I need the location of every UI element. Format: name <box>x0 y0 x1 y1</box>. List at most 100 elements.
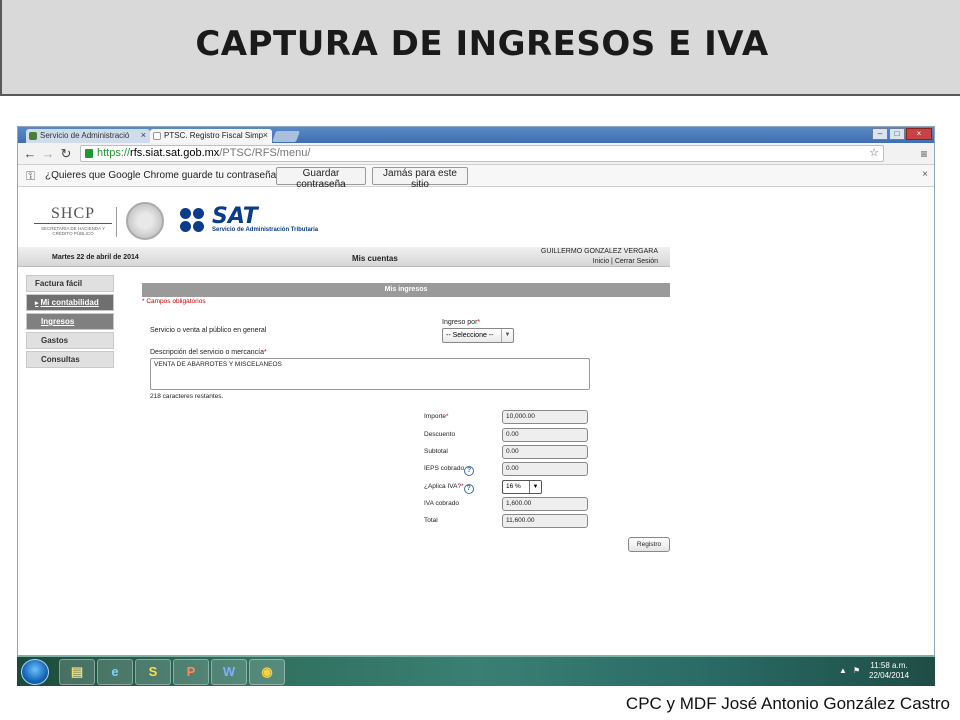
help-icon[interactable]: ? <box>463 484 474 494</box>
close-tab-icon[interactable]: × <box>263 130 268 140</box>
sat-favicon-icon <box>29 132 37 140</box>
maximize-icon[interactable]: □ <box>889 128 905 140</box>
sat-dots-icon <box>180 208 208 234</box>
word-icon[interactable]: W <box>211 659 247 685</box>
form-heading: Mis ingresos <box>142 283 670 297</box>
descuento-label: Descuento <box>424 431 456 438</box>
sat-logo-text: SAT <box>212 204 258 229</box>
description-textarea[interactable]: VENTA DE ABARROTES Y MISCELANEOS <box>150 358 590 390</box>
shcp-logo: SHCP SECRETARÍA DE HACIENDA Y CRÉDITO PÚ… <box>34 205 112 239</box>
logo-divider <box>116 207 117 237</box>
clock-time: 11:58 a.m. <box>870 661 908 670</box>
section-title: Mis cuentas <box>352 254 398 263</box>
address-bar[interactable]: https://rfs.siat.sat.gob.mx/PTSC/RFS/men… <box>80 145 884 162</box>
ieps-field[interactable]: 0.00 <box>502 462 588 476</box>
back-arrow-icon[interactable]: ← <box>22 146 38 162</box>
subtotal-field: 0.00 <box>502 445 588 459</box>
shcp-logo-text: SHCP <box>34 205 112 224</box>
dropdown-arrow-icon: ▼ <box>529 481 541 493</box>
minimize-icon[interactable]: – <box>872 128 888 140</box>
file-explorer-icon[interactable]: ▤ <box>59 659 95 685</box>
forward-arrow-icon[interactable]: → <box>40 146 56 162</box>
slide-title-band: CAPTURA DE INGRESOS E IVA <box>0 0 960 96</box>
importe-label: Importe* <box>424 413 449 420</box>
iva-cobrado-field: 1,600.00 <box>502 497 588 511</box>
url-path: /PTSC/RFS/menu/ <box>219 147 311 159</box>
url-scheme: https:// <box>97 147 131 159</box>
user-info: GUILLERMO GONZALEZ VERGARA Inicio | Cerr… <box>541 248 658 265</box>
subtotal-label: Subtotal <box>424 448 448 455</box>
aplica-iva-value: 16 % <box>506 483 521 490</box>
description-label: Descripción del servicio o mercancía* <box>150 349 267 356</box>
current-date: Martes 22 de abril de 2014 <box>52 254 139 261</box>
new-tab-button[interactable] <box>271 131 301 142</box>
required-note: * Campos obligatorios <box>142 298 206 305</box>
ingreso-por-select[interactable]: -- Seleccione -- ▼ <box>442 328 514 343</box>
key-icon: ⚿ <box>26 169 36 183</box>
aplica-iva-label: ¿Aplica IVA?*? <box>424 483 474 494</box>
sidebar-item-ingresos[interactable]: Ingresos <box>26 313 114 330</box>
service-label: Servicio o venta al público en general <box>150 327 267 334</box>
characters-remaining: 218 caracteres restantes. <box>150 393 224 400</box>
never-save-button[interactable]: Jamás para este sitio <box>372 167 468 190</box>
tab-strip: Servicio de Administració × PTSC. Regist… <box>18 127 934 143</box>
clock[interactable]: 11:58 a.m. 22/04/2014 <box>869 661 909 681</box>
importe-field[interactable]: 10,000.00 <box>502 410 588 424</box>
income-form: Mis ingresos * Campos obligatorios Servi… <box>142 283 670 573</box>
app-icon[interactable]: S <box>135 659 171 685</box>
importe-label-text: Importe <box>424 413 447 420</box>
total-field: 11,600.00 <box>502 514 588 528</box>
infobar-close-icon[interactable]: × <box>922 169 928 180</box>
browser-toolbar: ← → ↻ https://rfs.siat.sat.gob.mx/PTSC/R… <box>18 143 934 165</box>
slide-title: CAPTURA DE INGRESOS E IVA <box>195 24 769 64</box>
url-host: rfs.siat.sat.gob.mx <box>130 147 220 159</box>
lock-icon <box>85 149 93 158</box>
save-password-button[interactable]: Guardar contraseña <box>276 167 366 190</box>
sat-logo-subtext: Servicio de Administración Tributaria <box>212 227 319 233</box>
sidebar-item-gastos[interactable]: Gastos <box>26 332 114 349</box>
ieps-label: IEPS cobrado? <box>424 465 475 476</box>
action-center-flag-icon[interactable]: ⚑ <box>853 666 860 675</box>
infobar-message: ¿Quieres que Google Chrome guarde tu con… <box>45 170 282 181</box>
ieps-label-text: IEPS cobrado <box>424 465 465 472</box>
start-button-icon[interactable] <box>21 659 49 685</box>
shcp-logo-subtext: SECRETARÍA DE HACIENDA Y CRÉDITO PÚBLICO <box>40 226 106 236</box>
descuento-field[interactable]: 0.00 <box>502 428 588 442</box>
menu-icon[interactable]: ≡ <box>916 146 932 162</box>
password-infobar: ⚿ ¿Quieres que Google Chrome guarde tu c… <box>18 165 934 190</box>
iva-cobrado-label: IVA cobrado <box>424 500 459 507</box>
internet-explorer-icon[interactable]: e <box>97 659 133 685</box>
tab-label: Servicio de Administració <box>40 131 130 140</box>
account-bar: Martes 22 de abril de 2014 Mis cuentas G… <box>18 247 670 267</box>
close-tab-icon[interactable]: × <box>141 130 146 140</box>
aplica-iva-select[interactable]: 16 % ▼ <box>502 480 542 494</box>
system-tray: ▲ ⚑ 11:58 a.m. 22/04/2014 <box>839 660 929 684</box>
tab-label: PTSC. Registro Fiscal Simp <box>164 131 264 140</box>
browser-window: Servicio de Administració × PTSC. Regist… <box>17 126 935 656</box>
window-controls: – □ × <box>872 128 932 140</box>
sidebar-nav: Factura fácil Mi contabilidad Ingresos G… <box>26 275 114 370</box>
page-favicon-icon <box>153 132 161 140</box>
taskbar: ▤ e S P W ◉ ▲ ⚑ 11:58 a.m. 22/04/2014 <box>17 656 935 686</box>
ingreso-por-label: Ingreso por* <box>442 319 481 326</box>
aplica-iva-label-text: ¿Aplica IVA? <box>424 483 462 490</box>
user-name: GUILLERMO GONZALEZ VERGARA <box>540 248 658 255</box>
bookmark-star-icon[interactable]: ☆ <box>869 146 879 161</box>
show-hidden-icons-icon[interactable]: ▲ <box>839 666 847 675</box>
sidebar-item-factura-facil[interactable]: Factura fácil <box>26 275 114 292</box>
reload-icon[interactable]: ↻ <box>58 146 74 162</box>
help-icon[interactable]: ? <box>464 466 475 476</box>
clock-date: 22/04/2014 <box>869 671 910 680</box>
close-window-icon[interactable]: × <box>906 128 932 140</box>
tab-sat[interactable]: Servicio de Administració × <box>26 129 150 143</box>
sidebar-item-consultas[interactable]: Consultas <box>26 351 114 368</box>
tab-ptsc[interactable]: PTSC. Registro Fiscal Simp × <box>150 129 272 143</box>
session-links[interactable]: Inicio | Cerrar Sesión <box>541 258 658 265</box>
sidebar-item-mi-contabilidad[interactable]: Mi contabilidad <box>26 294 114 311</box>
ingreso-por-label-text: Ingreso por <box>442 319 478 326</box>
registro-button[interactable]: Registro <box>628 537 670 552</box>
ingreso-por-value: -- Seleccione -- <box>446 332 494 339</box>
powerpoint-icon[interactable]: P <box>173 659 209 685</box>
national-seal-icon <box>126 202 164 240</box>
chrome-icon[interactable]: ◉ <box>249 659 285 685</box>
